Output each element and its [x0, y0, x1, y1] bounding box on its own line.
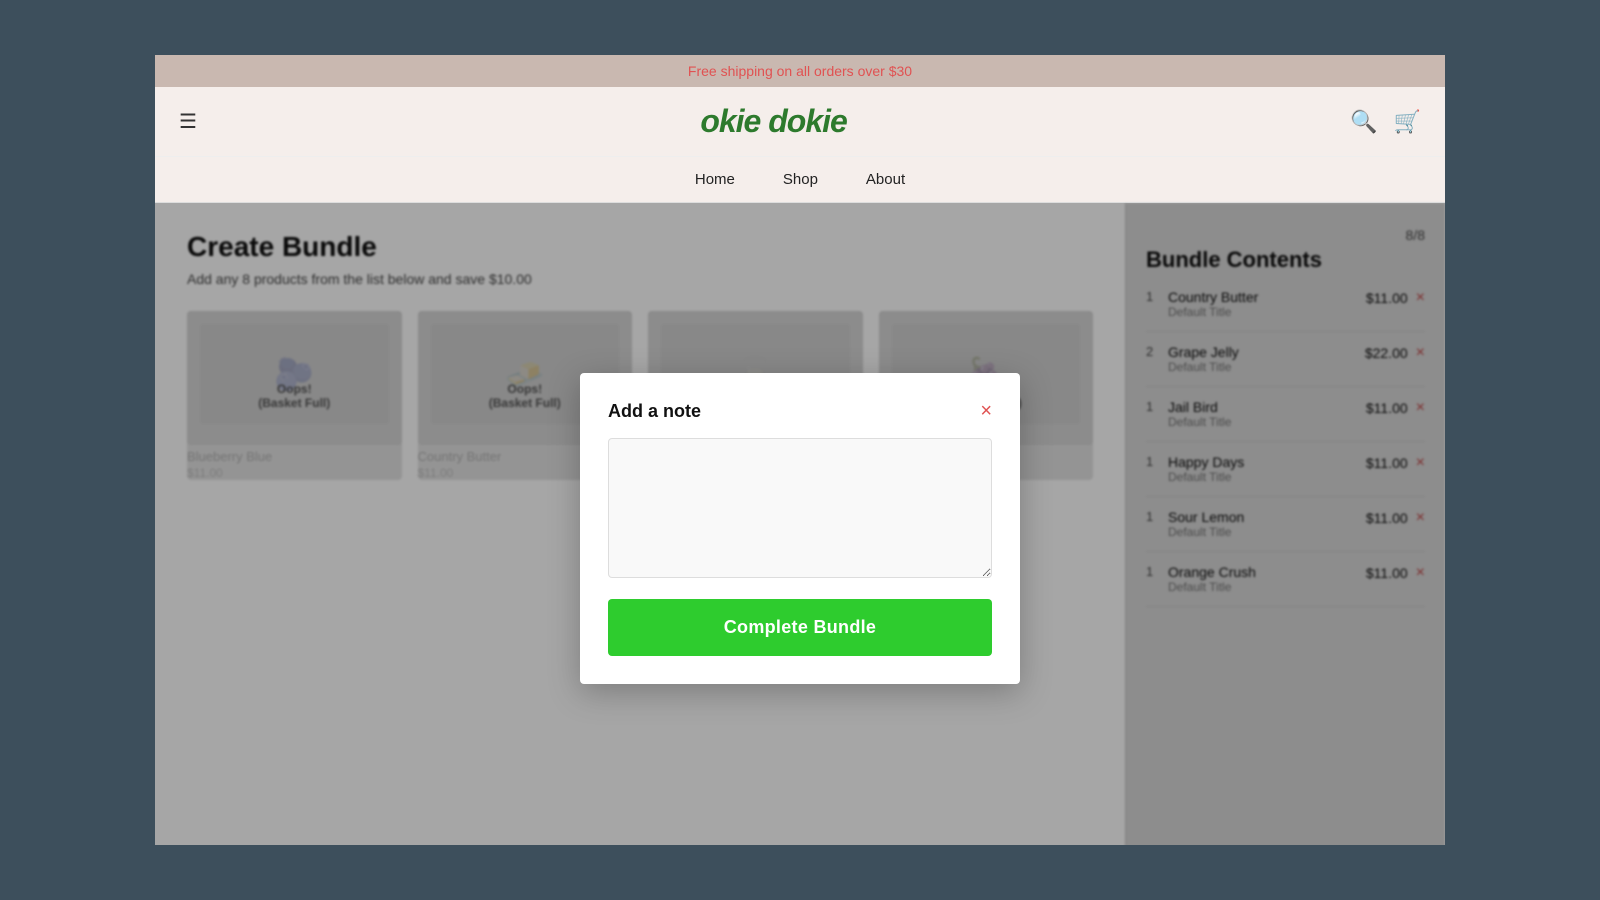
modal: Add a note × Complete Bundle	[580, 373, 1020, 684]
modal-overlay: Add a note × Complete Bundle	[155, 203, 1445, 845]
nav-home[interactable]: Home	[695, 171, 735, 188]
main-content: Create Bundle Add any 8 products from th…	[155, 203, 1445, 845]
header-left: ☰	[179, 109, 197, 134]
cart-icon[interactable]: 🛒	[1394, 109, 1421, 135]
modal-header: Add a note ×	[608, 401, 992, 422]
modal-close-button[interactable]: ×	[980, 401, 992, 421]
announcement-bar: Free shipping on all orders over $30	[155, 55, 1445, 87]
modal-title: Add a note	[608, 401, 701, 422]
nav-about[interactable]: About	[866, 171, 905, 188]
header: ☰ okie dokie 🔍 🛒	[155, 87, 1445, 157]
nav-shop[interactable]: Shop	[783, 171, 818, 188]
search-icon[interactable]: 🔍	[1350, 109, 1377, 135]
complete-bundle-button[interactable]: Complete Bundle	[608, 599, 992, 656]
browser-window: Free shipping on all orders over $30 ☰ o…	[155, 55, 1445, 845]
header-right: 🔍 🛒	[1350, 109, 1421, 135]
logo: okie dokie	[700, 103, 847, 140]
note-textarea[interactable]	[608, 438, 992, 578]
nav-bar: Home Shop About	[155, 157, 1445, 203]
announcement-text: Free shipping on all orders over $30	[688, 63, 912, 79]
hamburger-icon[interactable]: ☰	[179, 109, 197, 134]
